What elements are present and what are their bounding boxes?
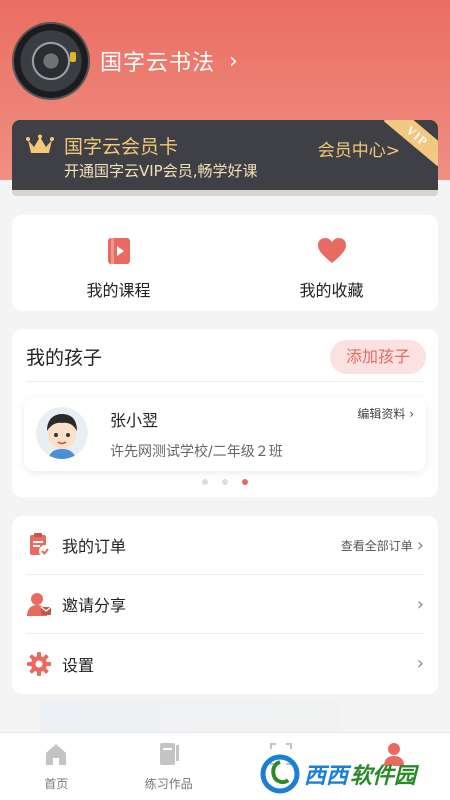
profile-header[interactable]: 国字云书法 › bbox=[12, 22, 238, 100]
view-all-orders-link[interactable]: 查看全部订单 bbox=[341, 537, 413, 554]
watermark-text: 软件园 bbox=[350, 764, 417, 789]
my-courses-button[interactable]: 我的课程 bbox=[12, 215, 225, 311]
works-icon bbox=[159, 743, 179, 765]
chevron-right-icon: › bbox=[416, 534, 424, 556]
pager-dot[interactable] bbox=[202, 479, 208, 485]
edit-profile-link[interactable]: 编辑资料 › bbox=[357, 405, 414, 422]
vip-card[interactable]: 国字云会员卡 开通国字云VIP会员,畅学好课 会员中心> VIP bbox=[12, 120, 438, 190]
my-favorites-label: 我的收藏 bbox=[299, 281, 364, 300]
tab-home[interactable]: 首页 bbox=[0, 733, 113, 800]
child-school: 许先网测试学校/二年级２班 bbox=[110, 444, 283, 460]
my-courses-label: 我的课程 bbox=[86, 281, 151, 300]
vip-subtitle: 开通国字云VIP会员,畅学好课 bbox=[64, 162, 258, 180]
chevron-right-icon[interactable]: › bbox=[229, 49, 238, 74]
invite-icon bbox=[27, 593, 52, 616]
crown-icon bbox=[26, 134, 54, 153]
course-icon bbox=[107, 238, 130, 264]
vip-center-link[interactable]: 会员中心> bbox=[318, 136, 400, 161]
tab-works[interactable]: 练习作品 bbox=[113, 733, 226, 800]
child-avatar bbox=[36, 407, 88, 459]
user-avatar[interactable] bbox=[12, 22, 90, 100]
vip-card-shadow bbox=[12, 190, 438, 196]
add-child-button[interactable]: 添加孩子 bbox=[330, 340, 426, 374]
watermark-text: 西西 bbox=[304, 764, 349, 789]
order-icon bbox=[30, 533, 51, 557]
my-orders-row[interactable]: 我的订单 查看全部订单 › bbox=[26, 516, 424, 575]
child-name: 张小翌 bbox=[110, 411, 159, 430]
vip-title: 国字云会员卡 bbox=[64, 136, 179, 158]
pager-dot-active[interactable] bbox=[242, 479, 248, 485]
my-favorites-button[interactable]: 我的收藏 bbox=[225, 215, 438, 311]
chevron-right-icon: › bbox=[416, 593, 424, 615]
my-orders-label: 我的订单 bbox=[62, 537, 127, 556]
child-card[interactable]: 张小翌 编辑资料 › 许先网测试学校/二年级２班 bbox=[24, 397, 426, 471]
section-title: 我的孩子 bbox=[26, 347, 103, 369]
watermark-logo-icon bbox=[260, 754, 300, 794]
settings-label: 设置 bbox=[62, 655, 95, 675]
tab-home-label: 首页 bbox=[44, 777, 69, 791]
pager-dot[interactable] bbox=[222, 479, 228, 485]
heart-icon bbox=[317, 238, 346, 263]
profile-name[interactable]: 国字云书法 bbox=[100, 45, 215, 77]
quick-actions: 我的课程 我的收藏 bbox=[12, 215, 438, 311]
chevron-right-icon: › bbox=[416, 653, 424, 674]
invite-share-label: 邀请分享 bbox=[62, 596, 127, 615]
settings-icon bbox=[27, 651, 51, 676]
site-watermark: 西西 软件园 bbox=[260, 752, 446, 796]
settings-row[interactable]: 设置 › bbox=[26, 634, 424, 693]
my-children-section: 我的孩子 添加孩子 张小翌 编辑资料 › 许先网测试学校/二年级２班 bbox=[12, 329, 438, 497]
settings-menu: 我的订单 查看全部订单 › 邀请分享 › 设置 › bbox=[12, 516, 438, 694]
tab-works-label: 练习作品 bbox=[144, 777, 193, 791]
divider bbox=[26, 381, 424, 382]
pager-dots bbox=[12, 479, 438, 485]
invite-share-row[interactable]: 邀请分享 › bbox=[26, 575, 424, 634]
home-icon bbox=[46, 744, 67, 765]
